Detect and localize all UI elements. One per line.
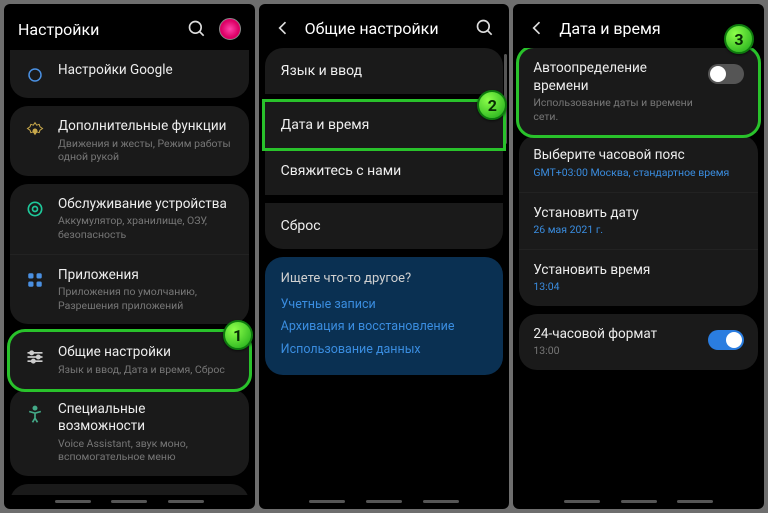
- item-reset[interactable]: Сброс: [265, 203, 504, 249]
- settings-item-general[interactable]: Общие настройки Язык и ввод, Дата и врем…: [10, 332, 249, 388]
- general-settings-screen: Общие настройки Язык и ввод 2 Дата и вре…: [259, 4, 510, 509]
- item-contact-us[interactable]: Свяжитесь с нами: [265, 148, 504, 194]
- search-icon[interactable]: [475, 18, 495, 38]
- item-date-time-highlighted: 2 Дата и время: [262, 99, 507, 151]
- page-title: Общие настройки: [305, 19, 464, 38]
- link-backup[interactable]: Архивация и восстановление: [281, 316, 488, 339]
- date-time-screen: Дата и время 3 Автоопределение времени И…: [513, 4, 764, 509]
- page-title: Настройки: [18, 20, 175, 39]
- page-title: Дата и время: [559, 19, 750, 38]
- item-language-input[interactable]: Язык и ввод: [265, 48, 504, 94]
- link-data-usage[interactable]: Использование данных: [281, 339, 488, 362]
- general-list: Язык и ввод 2 Дата и время Свяжитесь с н…: [259, 48, 510, 495]
- nav-bar: [4, 495, 255, 509]
- settings-screen: Настройки Настройки Google Дополнительны…: [4, 4, 255, 509]
- device-care-icon: [24, 198, 46, 220]
- settings-list: Настройки Google Дополнительные функции …: [4, 50, 255, 495]
- item-24h-format[interactable]: 24-часовой формат 13:00: [519, 314, 758, 370]
- accessibility-icon: [24, 403, 46, 425]
- settings-item-accessibility[interactable]: Специальные возможности Voice Assistant,…: [10, 389, 249, 476]
- step-badge-1: 1: [223, 320, 253, 350]
- header: Общие настройки: [259, 4, 510, 48]
- apps-icon: [24, 269, 46, 291]
- suggestions-heading: Ищете что-то другое?: [281, 271, 488, 286]
- item-auto-time[interactable]: Автоопределение времени Использование да…: [519, 48, 758, 135]
- gear-plus-icon: [24, 120, 46, 142]
- 24h-toggle[interactable]: [708, 330, 744, 350]
- settings-item-google[interactable]: Настройки Google: [10, 50, 249, 98]
- search-icon[interactable]: [187, 19, 207, 39]
- date-time-list: Автоопределение времени Использование да…: [513, 48, 764, 495]
- nav-bar: [513, 495, 764, 509]
- back-icon[interactable]: [527, 18, 547, 38]
- back-icon[interactable]: [273, 18, 293, 38]
- link-accounts[interactable]: Учетные записи: [281, 294, 488, 317]
- auto-time-toggle[interactable]: [708, 64, 744, 84]
- item-date-time[interactable]: Дата и время: [265, 102, 504, 148]
- header: Настройки: [4, 4, 255, 50]
- step-badge-3: 3: [724, 24, 754, 54]
- settings-item-additional[interactable]: Дополнительные функции Движения и жесты,…: [10, 106, 249, 176]
- nav-bar: [259, 495, 510, 509]
- avatar[interactable]: [219, 18, 241, 40]
- item-set-time[interactable]: Установить время 13:04: [519, 249, 758, 306]
- suggestions-box: Ищете что-то другое? Учетные записи Архи…: [265, 257, 504, 376]
- google-icon: [24, 64, 46, 86]
- settings-item-general-highlighted: 1 Общие настройки Язык и ввод, Дата и вр…: [7, 329, 252, 391]
- item-timezone[interactable]: Выберите часовой пояс GMT+03:00 Москва, …: [519, 135, 758, 191]
- settings-item-device-care[interactable]: Обслуживание устройства Аккумулятор, хра…: [10, 184, 249, 254]
- auto-time-highlighted: Автоопределение времени Использование да…: [516, 48, 761, 138]
- sliders-icon: [24, 346, 46, 368]
- settings-item-update[interactable]: Обновление ПО Загрузка обновлений, после…: [10, 484, 249, 495]
- item-set-date[interactable]: Установить дату 26 мая 2021 г.: [519, 192, 758, 249]
- settings-item-apps[interactable]: Приложения Приложения по умолчанию, Разр…: [10, 254, 249, 325]
